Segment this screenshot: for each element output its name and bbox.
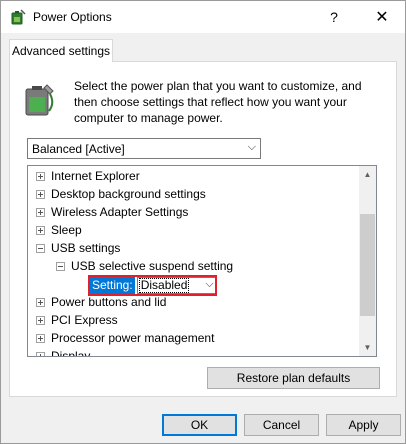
collapse-icon[interactable] <box>36 243 45 253</box>
tree-item-label: Power buttons and lid <box>51 295 167 309</box>
tree-item-desktop-background[interactable]: Desktop background settings <box>36 185 206 203</box>
scroll-up-icon[interactable]: ▲ <box>359 166 376 183</box>
tree-item-wireless-adapter[interactable]: Wireless Adapter Settings <box>36 203 188 221</box>
tree-item-internet-explorer[interactable]: Internet Explorer <box>36 167 140 185</box>
collapse-icon[interactable] <box>56 261 65 271</box>
tree-item-label: PCI Express <box>51 313 118 327</box>
tree-item-label: Sleep <box>51 223 82 237</box>
tree-item-label: USB selective suspend setting <box>71 259 234 273</box>
power-plan-value: Balanced [Active] <box>32 141 125 156</box>
expand-icon[interactable] <box>36 171 45 181</box>
setting-label: Setting: <box>90 277 135 294</box>
expand-icon[interactable] <box>36 189 45 199</box>
tree-item-pci-express[interactable]: PCI Express <box>36 311 118 329</box>
power-options-icon <box>11 9 26 25</box>
tree-item-label: Display <box>51 349 91 357</box>
tree-scrollbar[interactable]: ▲ ▼ <box>359 166 376 356</box>
settings-tree[interactable]: Internet Explorer Desktop background set… <box>27 165 377 357</box>
expand-icon[interactable] <box>36 315 45 325</box>
cancel-button[interactable]: Cancel <box>244 414 319 436</box>
description-text: Select the power plan that you want to c… <box>74 79 362 125</box>
usb-suspend-setting-row: Setting: Disabled ⌵ <box>90 277 217 294</box>
ok-button[interactable]: OK <box>162 414 237 436</box>
tree-item-display[interactable]: Display <box>36 347 91 357</box>
title-bar: Power Options ? ✕ <box>1 1 405 33</box>
apply-button[interactable]: Apply <box>326 414 401 436</box>
tree-item-label: Wireless Adapter Settings <box>51 205 189 219</box>
window-title: Power Options <box>33 10 112 24</box>
power-plan-select[interactable]: Balanced [Active] ⌵ <box>27 138 261 159</box>
restore-plan-defaults-button[interactable]: Restore plan defaults <box>207 367 380 389</box>
tab-advanced-settings[interactable]: Advanced settings <box>9 39 113 62</box>
tree-item-label: Desktop background settings <box>51 187 206 201</box>
scroll-down-icon[interactable]: ▼ <box>359 339 376 356</box>
chevron-down-icon: ⌵ <box>205 278 214 290</box>
setting-value: Disabled <box>138 278 190 293</box>
power-options-window: Power Options ? ✕ Advanced settings Sele… <box>0 0 406 444</box>
expand-icon[interactable] <box>36 351 45 356</box>
tree-item-processor-power[interactable]: Processor power management <box>36 329 214 347</box>
tree-item-sleep[interactable]: Sleep <box>36 221 82 239</box>
tree-item-label: Processor power management <box>51 331 215 345</box>
expand-icon[interactable] <box>36 333 45 343</box>
chevron-down-icon: ⌵ <box>247 141 256 153</box>
close-button[interactable]: ✕ <box>359 1 405 33</box>
battery-plug-icon <box>25 84 54 116</box>
scroll-thumb[interactable] <box>360 214 375 316</box>
tree-item-usb-selective-suspend[interactable]: USB selective suspend setting <box>56 257 233 275</box>
tree-item-usb-settings[interactable]: USB settings <box>36 239 120 257</box>
expand-icon[interactable] <box>36 207 45 217</box>
tree-item-label: Internet Explorer <box>51 169 140 183</box>
tree-item-label: USB settings <box>51 241 121 255</box>
expand-icon[interactable] <box>36 297 45 307</box>
expand-icon[interactable] <box>36 225 45 235</box>
setting-value-select[interactable]: Disabled ⌵ <box>136 277 217 294</box>
help-button[interactable]: ? <box>311 1 357 33</box>
tree-item-power-buttons[interactable]: Power buttons and lid <box>36 293 166 311</box>
